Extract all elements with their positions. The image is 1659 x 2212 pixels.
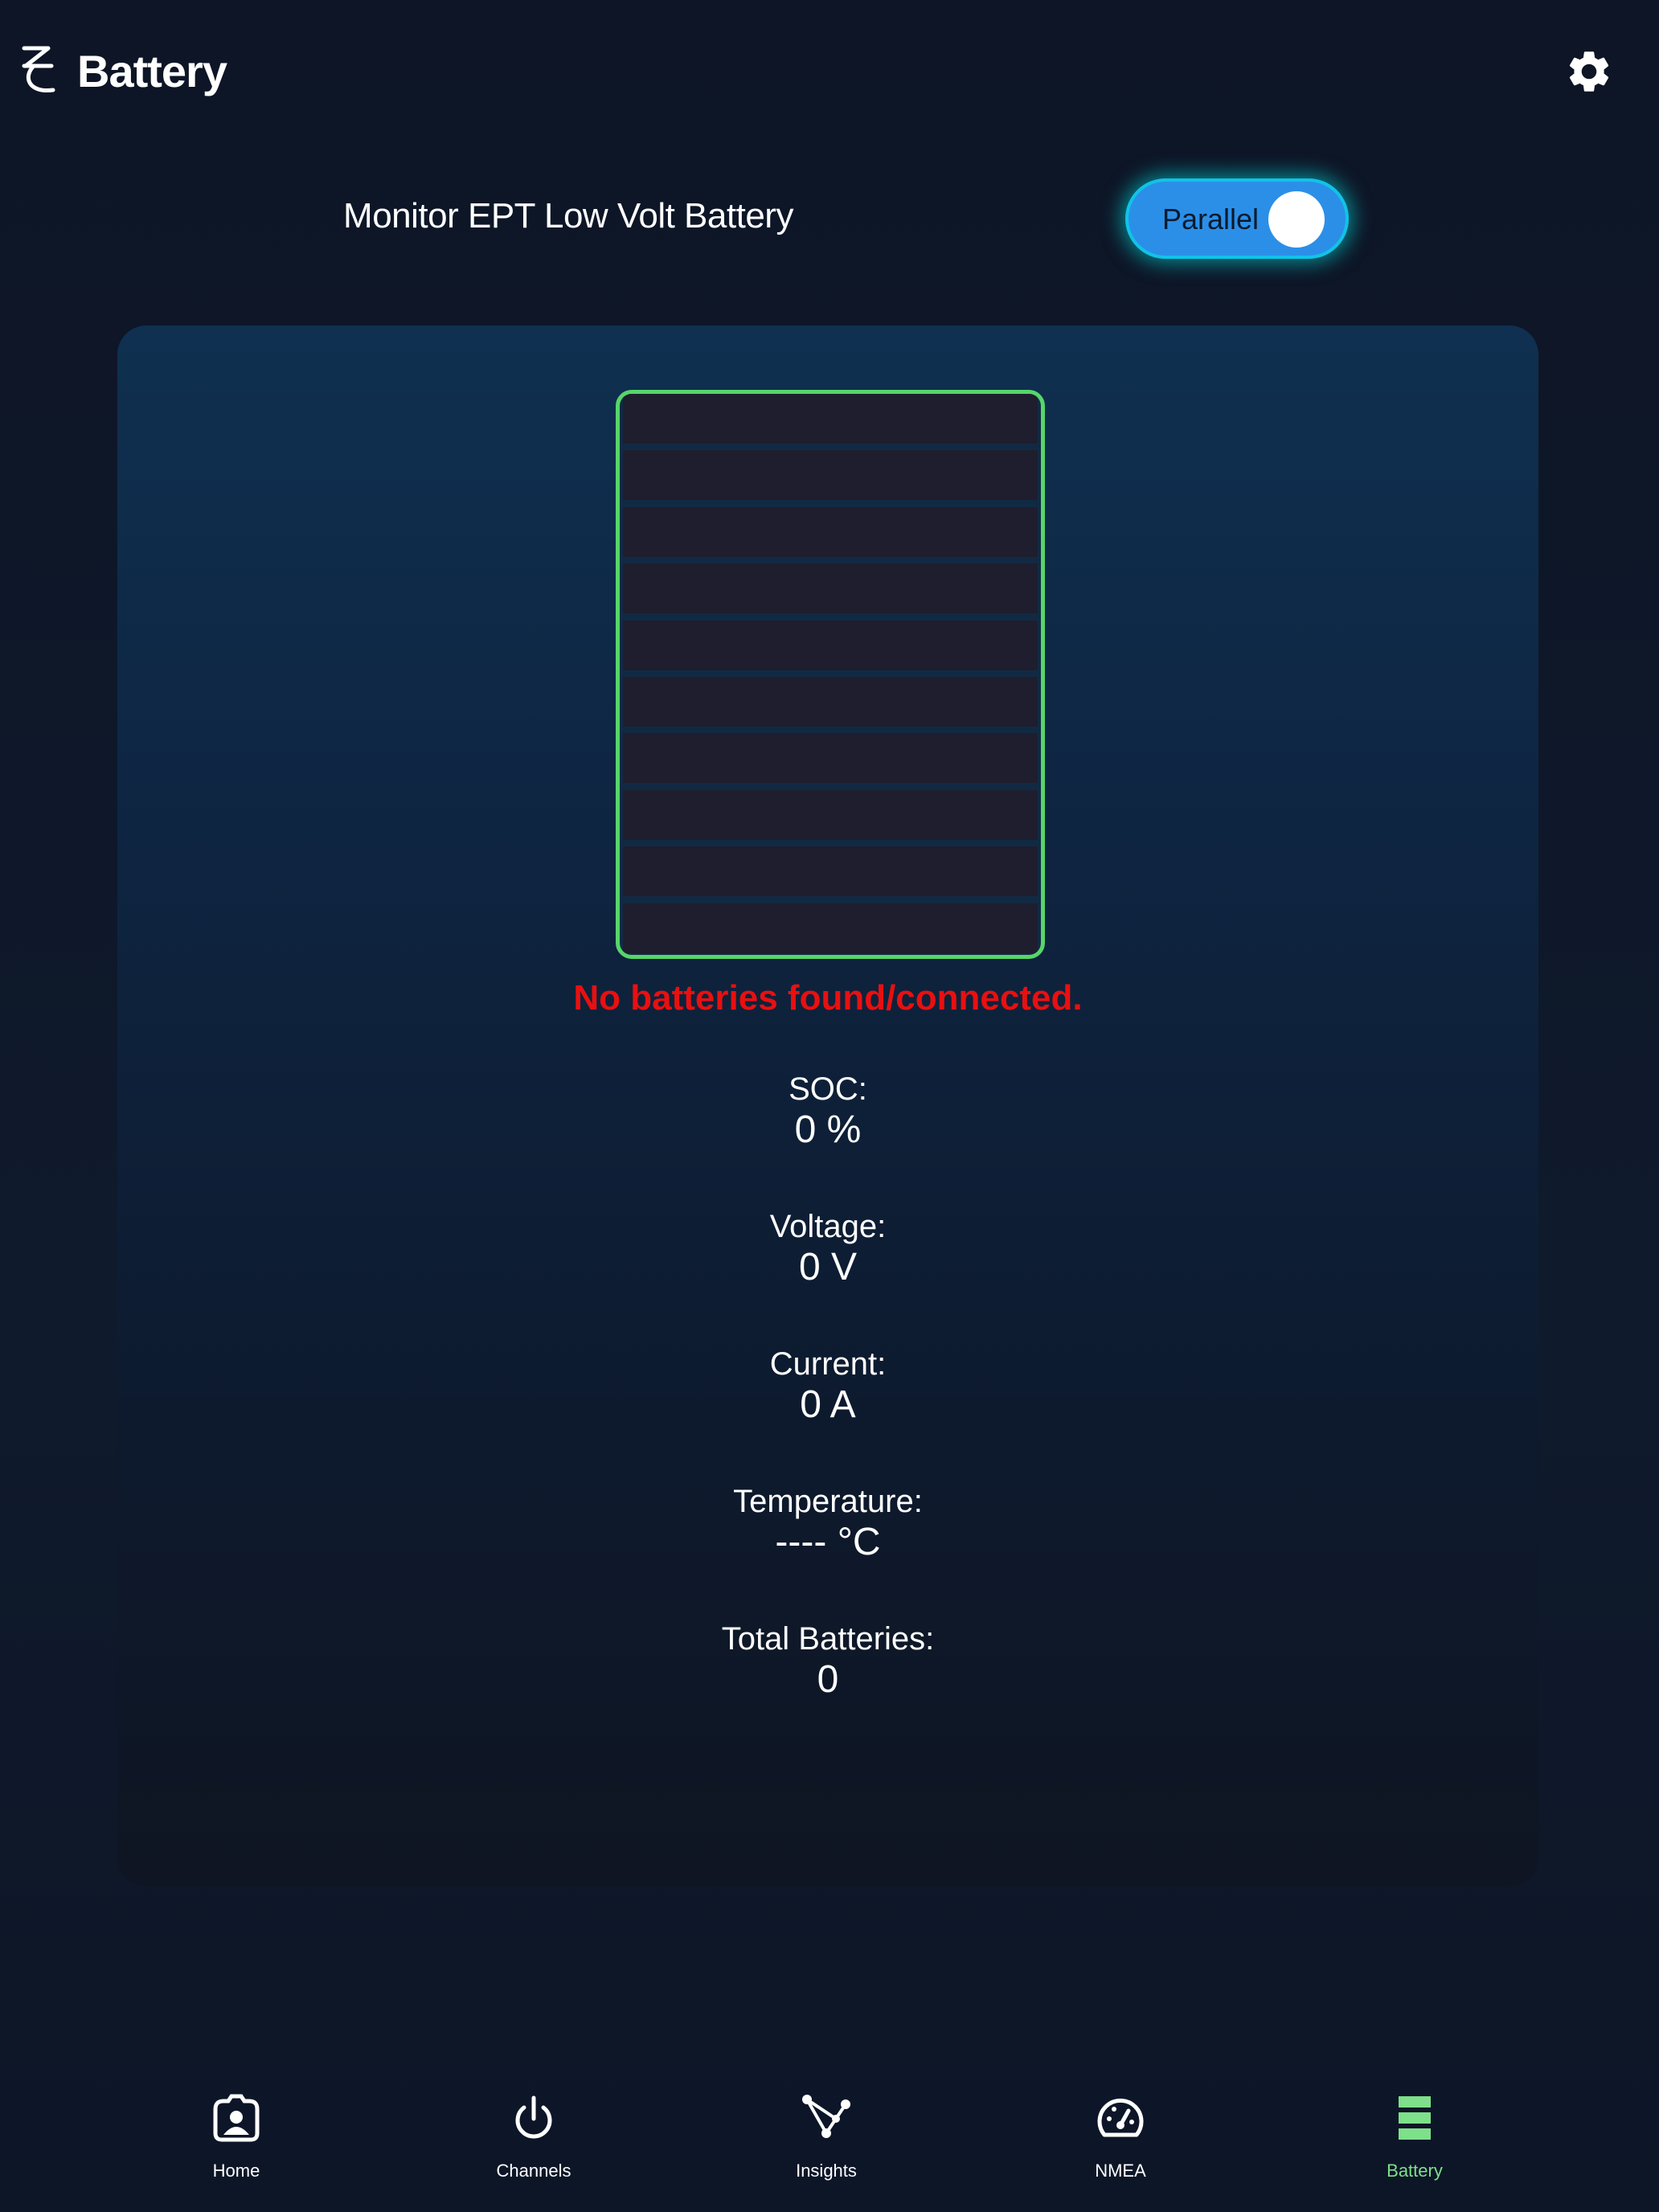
nav-home[interactable]: Home bbox=[132, 2093, 341, 2198]
insights-icon bbox=[802, 2095, 850, 2138]
stat-soc: SOC: 0 % bbox=[117, 1070, 1538, 1152]
stat-value: 0 % bbox=[794, 1108, 862, 1151]
stat-value: ---- °C bbox=[775, 1521, 881, 1563]
gauge-icon bbox=[1097, 2098, 1144, 2137]
battery-icon bbox=[1399, 2096, 1431, 2140]
nav-label: NMEA bbox=[1095, 2161, 1146, 2181]
battery-screen: Battery Monitor EPT Low Volt Battery Par… bbox=[0, 0, 1659, 2212]
stat-value: 0 A bbox=[800, 1383, 856, 1426]
parallel-toggle[interactable]: Parallel bbox=[1125, 178, 1349, 259]
gear-icon bbox=[1569, 51, 1609, 92]
battery-cell bbox=[623, 733, 1038, 784]
stat-label: Total Batteries: bbox=[721, 1621, 935, 1657]
battery-cell bbox=[623, 394, 1038, 444]
nav-insights[interactable]: Insights bbox=[722, 2093, 931, 2198]
stat-current: Current: 0 A bbox=[117, 1345, 1538, 1427]
stat-value: 0 bbox=[817, 1658, 839, 1701]
battery-level-graphic bbox=[616, 390, 1045, 959]
toggle-label: Parallel bbox=[1162, 203, 1260, 236]
nav-label: Home bbox=[212, 2161, 260, 2181]
stat-voltage: Voltage: 0 V bbox=[117, 1207, 1538, 1289]
nav-battery[interactable]: Battery bbox=[1310, 2093, 1519, 2198]
nav-channels[interactable]: Channels bbox=[429, 2093, 638, 2198]
battery-cell bbox=[623, 903, 1038, 953]
stat-total-batteries: Total Batteries: 0 bbox=[117, 1620, 1538, 1702]
nav-label: Channels bbox=[496, 2161, 571, 2181]
power-icon bbox=[515, 2095, 552, 2139]
nav-label: Battery bbox=[1387, 2161, 1443, 2181]
bottom-nav: Home Channels Insights NMEA Battery bbox=[0, 2074, 1659, 2212]
settings-button[interactable] bbox=[1564, 47, 1614, 96]
stat-label: Voltage: bbox=[769, 1209, 887, 1244]
battery-cell bbox=[623, 450, 1038, 501]
nav-nmea[interactable]: NMEA bbox=[1016, 2093, 1225, 2198]
battery-cell bbox=[623, 789, 1038, 840]
stat-label: SOC: bbox=[789, 1071, 867, 1107]
monitor-label: Monitor EPT Low Volt Battery bbox=[343, 196, 793, 236]
nav-label: Insights bbox=[796, 2161, 857, 2181]
monitor-row: Monitor EPT Low Volt Battery Parallel bbox=[0, 169, 1659, 273]
battery-cell bbox=[623, 506, 1038, 557]
home-icon bbox=[213, 2094, 260, 2142]
page-title: Battery bbox=[77, 46, 227, 96]
status-message: No batteries found/connected. bbox=[573, 978, 1083, 1018]
stat-label: Current: bbox=[769, 1346, 887, 1382]
stat-label: Temperature: bbox=[733, 1484, 923, 1519]
battery-cell bbox=[623, 846, 1038, 897]
battery-card: No batteries found/connected. SOC: 0 % V… bbox=[117, 326, 1538, 1886]
battery-cell bbox=[623, 620, 1038, 670]
battery-cell bbox=[623, 677, 1038, 727]
stat-value: 0 V bbox=[798, 1246, 858, 1288]
app-header: Battery bbox=[0, 0, 1659, 145]
battery-cell bbox=[623, 563, 1038, 614]
stat-temperature: Temperature: ---- °C bbox=[117, 1482, 1538, 1564]
toggle-knob bbox=[1268, 191, 1325, 248]
logo-icon bbox=[22, 46, 55, 92]
